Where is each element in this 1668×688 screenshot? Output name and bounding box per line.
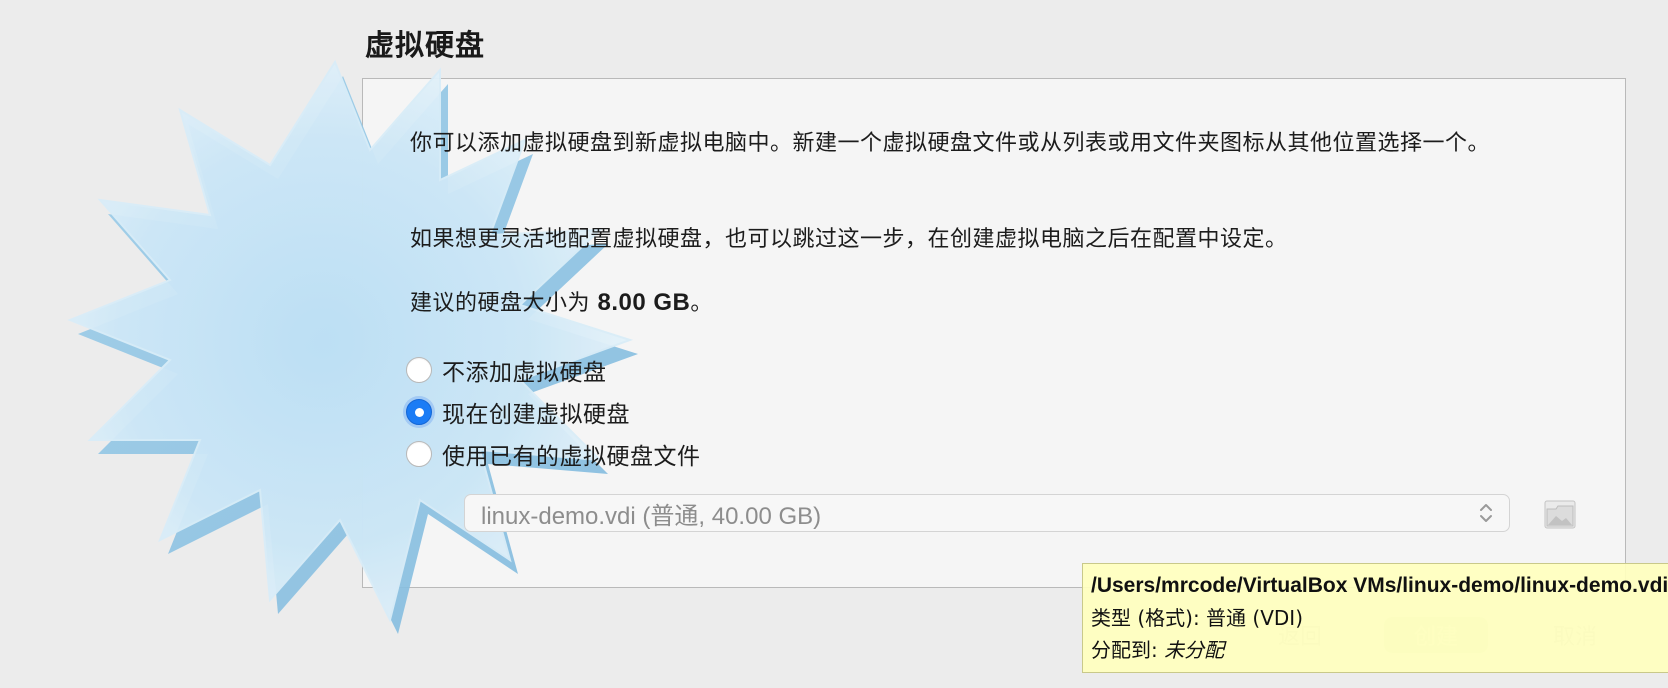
flexibility-paragraph: 如果想更灵活地配置虚拟硬盘，也可以跳过这一步，在创建虚拟电脑之后在配置中设定。 <box>410 227 1288 252</box>
radio-dot <box>414 407 424 417</box>
tooltip-alloc-label: 分配到: <box>1091 638 1165 662</box>
radio-button-selected[interactable] <box>406 399 432 425</box>
option-label: 使用已有的虚拟硬盘文件 <box>442 444 701 470</box>
recommended-size-value: 8.00 GB <box>597 289 691 316</box>
option-label: 现在创建虚拟硬盘 <box>442 402 630 428</box>
tooltip-alloc-value: 未分配 <box>1164 638 1225 662</box>
recommended-size-text: 建议的硬盘大小为 8.00 GB。 <box>410 285 713 322</box>
tooltip-path: /Users/mrcode/VirtualBox VMs/linux-demo/… <box>1091 574 1668 597</box>
disk-select-value: linux-demo.vdi (普通, 40.00 GB) <box>481 502 822 530</box>
option-existing-disk[interactable]: 使用已有的虚拟硬盘文件 <box>406 437 701 471</box>
radio-button[interactable] <box>406 441 432 467</box>
recommended-prefix: 建议的硬盘大小为 <box>410 291 598 316</box>
option-create-disk[interactable]: 现在创建虚拟硬盘 <box>406 395 630 429</box>
recommended-suffix: 。 <box>690 291 713 316</box>
chevron-updown-icon <box>1480 504 1492 522</box>
disk-info-tooltip: /Users/mrcode/VirtualBox VMs/linux-demo/… <box>1082 563 1668 673</box>
tooltip-allocation: 分配到: 未分配 <box>1091 634 1668 666</box>
option-no-disk[interactable]: 不添加虚拟硬盘 <box>406 353 607 387</box>
existing-disk-select[interactable]: linux-demo.vdi (普通, 40.00 GB) <box>464 494 1510 532</box>
intro-paragraph: 你可以添加虚拟硬盘到新虚拟电脑中。新建一个虚拟硬盘文件或从列表或用文件夹图标从其… <box>410 131 1491 156</box>
radio-button[interactable] <box>406 357 432 383</box>
folder-icon[interactable] <box>1544 499 1576 529</box>
create-vm-dialog: 虚拟硬盘 你可以添加虚拟硬盘到新虚拟电脑中。新建一个虚拟硬盘文件或从列表或用文件… <box>0 0 1668 688</box>
option-label: 不添加虚拟硬盘 <box>442 360 607 386</box>
tooltip-type: 类型 (格式): 普通 (VDI) <box>1091 606 1304 630</box>
